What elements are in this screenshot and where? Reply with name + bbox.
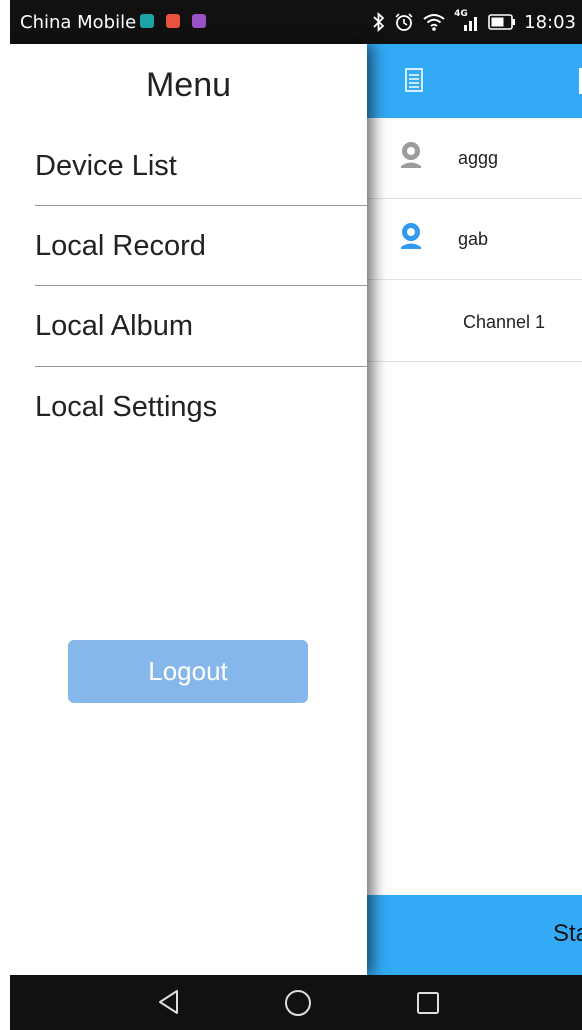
carrier-name: China Mobile bbox=[20, 12, 137, 33]
drawer-title: Menu bbox=[145, 66, 232, 104]
status-bar: China Mobile 4G 18:03 bbox=[10, 0, 582, 44]
device-row-gab[interactable]: gab bbox=[367, 199, 582, 280]
menu-item-device-list[interactable]: Device List bbox=[35, 126, 367, 206]
menu-item-label: Local Settings bbox=[35, 391, 218, 423]
app-header bbox=[367, 44, 582, 118]
bluetooth-icon bbox=[373, 12, 385, 32]
start-button-label: Sta bbox=[553, 920, 582, 947]
menu-item-label: Local Record bbox=[35, 230, 206, 262]
device-name: aggg bbox=[458, 148, 499, 168]
device-row-aggg[interactable]: aggg bbox=[367, 118, 582, 199]
channel-row[interactable]: Channel 1 bbox=[367, 280, 582, 362]
menu-item-local-record[interactable]: Local Record bbox=[35, 206, 367, 286]
app-notification-icon bbox=[192, 14, 206, 28]
menu-item-label: Device List bbox=[35, 150, 177, 182]
menu-item-label: Local Album bbox=[35, 310, 193, 342]
network-type-label: 4G bbox=[454, 9, 468, 19]
menu-item-local-settings[interactable]: Local Settings bbox=[35, 367, 367, 447]
camera-icon bbox=[401, 223, 421, 249]
clock: 18:03 bbox=[524, 11, 576, 33]
menu-icon[interactable] bbox=[405, 68, 423, 92]
system-nav-bar bbox=[10, 975, 582, 1030]
camera-icon bbox=[401, 142, 421, 168]
app-notification-icon bbox=[166, 14, 180, 28]
alarm-icon bbox=[395, 13, 413, 31]
screen: China Mobile 4G 18:03 aggg gab Channel 1… bbox=[10, 0, 582, 1030]
menu-item-local-album[interactable]: Local Album bbox=[35, 286, 367, 366]
wifi-icon bbox=[423, 14, 445, 31]
logout-button[interactable]: Logout bbox=[68, 640, 308, 703]
app-notification-icon bbox=[140, 14, 154, 28]
home-icon[interactable] bbox=[284, 989, 312, 1017]
recents-icon[interactable] bbox=[416, 991, 440, 1015]
channel-label: Channel 1 bbox=[463, 312, 546, 332]
navigation-drawer: Menu Device List Local Record Local Albu… bbox=[10, 44, 367, 975]
signal-icon: 4G bbox=[454, 9, 480, 33]
battery-icon bbox=[488, 14, 516, 30]
status-icons: 4G 18:03 bbox=[372, 9, 576, 34]
device-list-screen: aggg gab Channel 1 Sta bbox=[367, 44, 582, 975]
start-button[interactable]: Sta bbox=[367, 895, 582, 975]
device-name: gab bbox=[458, 229, 489, 249]
back-icon[interactable] bbox=[157, 989, 181, 1015]
